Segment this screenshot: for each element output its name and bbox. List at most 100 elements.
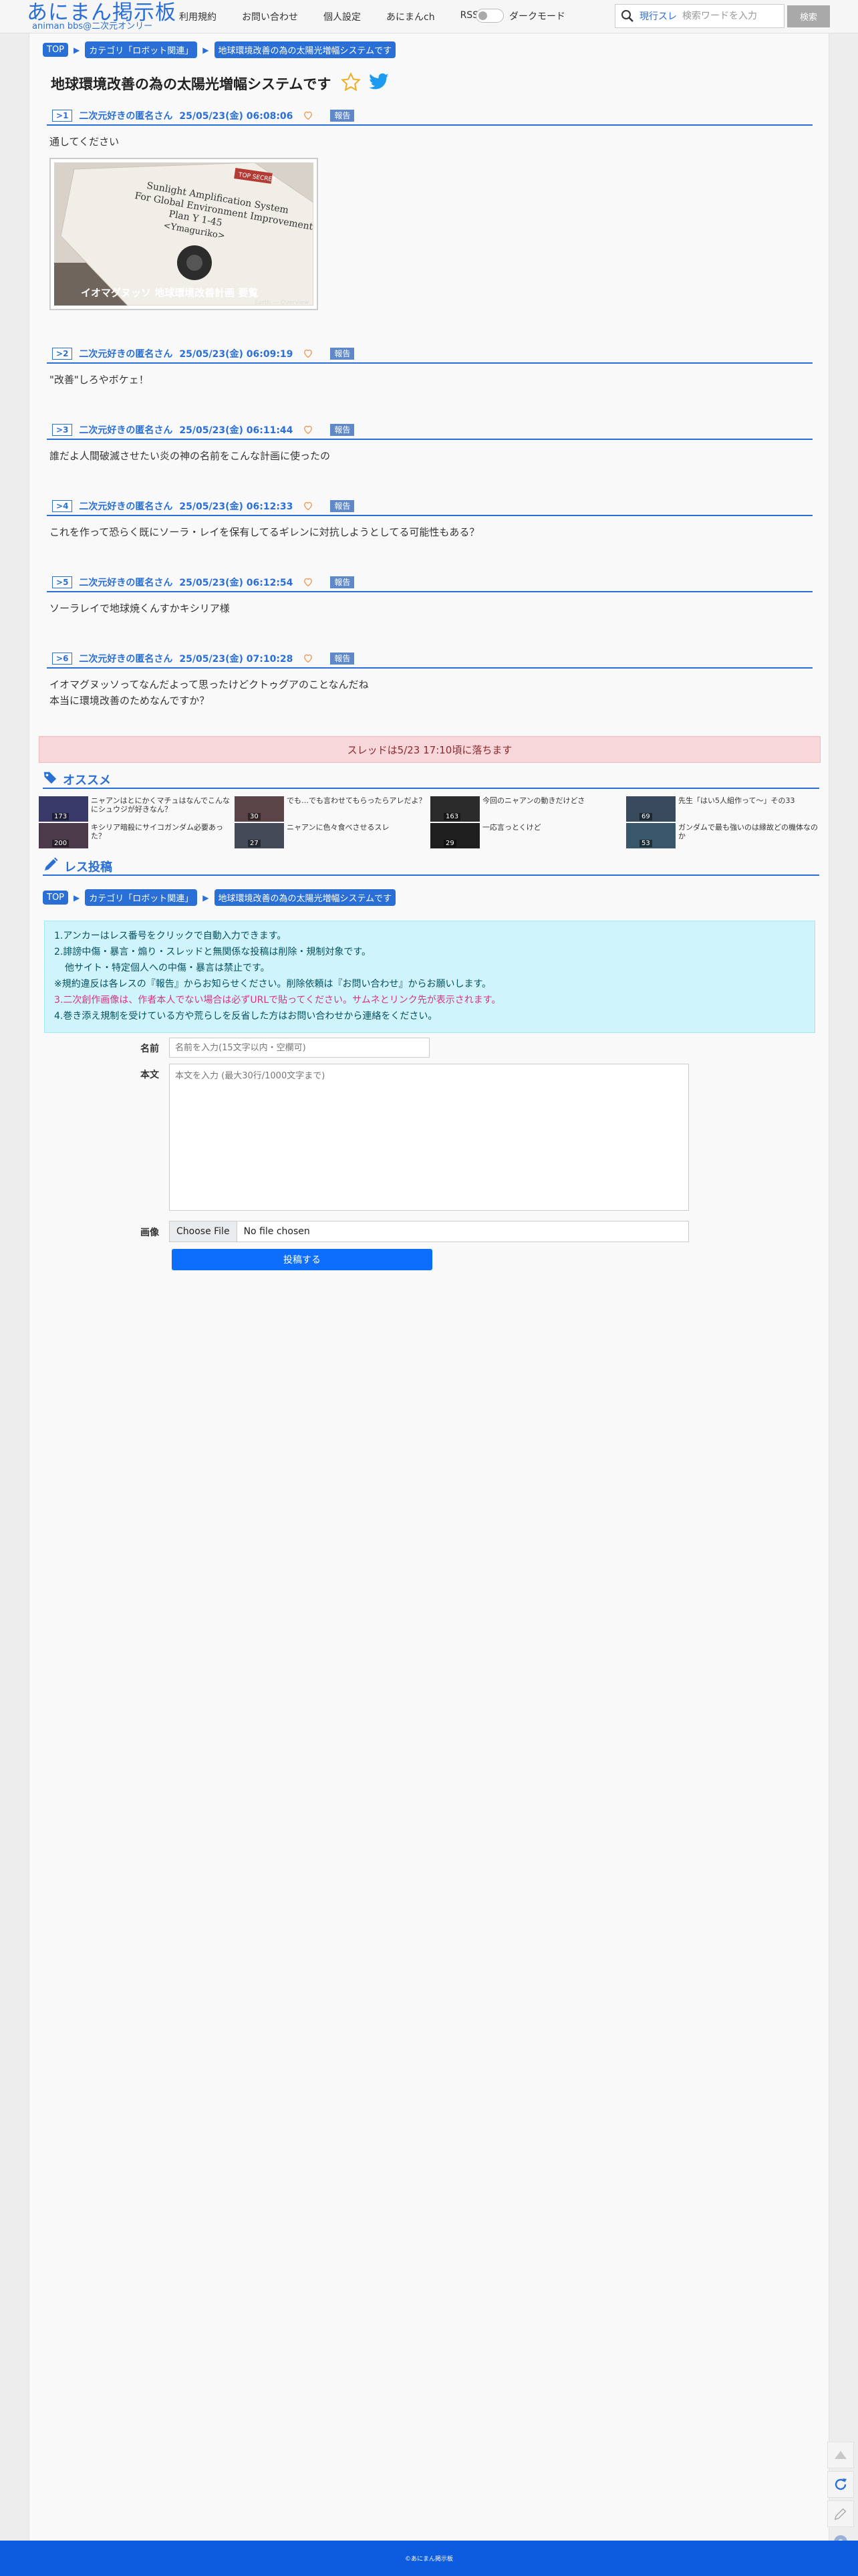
post-author: 二次元好きの匿名さん xyxy=(79,578,173,588)
favorite-star-icon[interactable] xyxy=(340,72,362,96)
twitter-share-icon[interactable] xyxy=(368,73,390,94)
recommend-link[interactable]: ガンダムで最も強いのは縁故どの機体なのか xyxy=(678,823,819,840)
heart-icon[interactable] xyxy=(303,653,313,665)
recommend-title: オススメ xyxy=(63,773,111,788)
recommend-item[interactable]: 30 でも…でも言わせてもらったらアレだよ？ xyxy=(235,796,428,822)
heart-icon[interactable] xyxy=(303,110,313,122)
recommend-link[interactable]: キシリア暗殺にサイコガンダム必要あった？ xyxy=(91,823,231,840)
heart-icon[interactable] xyxy=(303,576,313,589)
recommend-item[interactable]: 69 先生「はい5人組作って〜」その33 xyxy=(626,796,820,822)
post-author: 二次元好きの匿名さん xyxy=(79,349,173,360)
nav-settings[interactable]: 個人設定 xyxy=(323,10,361,23)
image-doc-line: Earth — Overview xyxy=(255,300,309,306)
breadcrumb-current[interactable]: 地球環境改善の為の太陽光増幅システムです xyxy=(214,41,396,58)
breadcrumb-top[interactable]: TOP xyxy=(43,43,69,57)
recommend-item[interactable]: 29 一応言っとくけど xyxy=(430,823,624,848)
recommend-thumbnail[interactable]: 163 xyxy=(430,796,480,822)
recommend-link[interactable]: 今回のニャアンの動きだけどさ xyxy=(482,796,623,805)
recommend-thumbnail[interactable]: 53 xyxy=(626,823,676,848)
rule-line: 1.アンカーはレス番号をクリックで自動入力できます。 xyxy=(54,931,287,941)
post-number[interactable]: >5 xyxy=(52,576,73,588)
search-input[interactable] xyxy=(682,11,782,21)
rule-line: 3.二次創作画像は、作者本人でない場合は必ずURLで貼ってください。サムネとリン… xyxy=(54,995,501,1006)
body-textarea[interactable] xyxy=(169,1064,689,1211)
heart-icon[interactable] xyxy=(303,424,313,437)
image-caption: イオマグヌッソ 地球環境改善計画 要覧 xyxy=(81,287,258,299)
recommend-thumbnail[interactable]: 30 xyxy=(235,796,284,822)
site-footer: ©あにまん掲示板 xyxy=(0,2541,858,2576)
scroll-top-button[interactable] xyxy=(827,2442,854,2468)
tag-icon xyxy=(43,770,57,788)
search-scope-select[interactable]: 現行スレ xyxy=(639,9,677,23)
nav-contact[interactable]: お問い合わせ xyxy=(242,10,298,23)
nav-animanch[interactable]: あにまんch xyxy=(386,10,435,23)
report-button[interactable]: 報告 xyxy=(330,424,355,436)
image-file-input[interactable]: Choose File No file chosen xyxy=(169,1221,689,1242)
post-header: >3 二次元好きの匿名さん 25/05/23(金) 06:11:44 報告 xyxy=(47,424,813,440)
submit-post-button[interactable]: 投稿する xyxy=(172,1249,432,1270)
heart-icon[interactable] xyxy=(303,348,313,360)
report-button[interactable]: 報告 xyxy=(330,576,355,588)
recommend-link[interactable]: でも…でも言わせてもらったらアレだよ？ xyxy=(287,796,427,805)
post-number[interactable]: >2 xyxy=(52,348,73,360)
recommend-link[interactable]: 先生「はい5人組作って〜」その33 xyxy=(678,796,819,805)
rule-line: 2.誹謗中傷・暴言・煽り・スレッドと無関係な投稿は削除・規制対象です。 xyxy=(54,947,371,957)
breadcrumb-separator-icon: ▶ xyxy=(202,893,209,903)
recommend-thumbnail[interactable]: 29 xyxy=(430,823,480,848)
recommend-link[interactable]: 一応言っとくけど xyxy=(482,823,623,832)
heart-icon[interactable] xyxy=(303,500,313,513)
recommend-item[interactable]: 27 ニャアンに色々食べさせるスレ xyxy=(235,823,428,848)
post-form-heading: レス投稿 xyxy=(43,856,112,876)
recommend-item[interactable]: 173 ニャアンはとにかくマチュはなんでこんなにシュウジが好きなん？ xyxy=(39,796,233,822)
report-button[interactable]: 報告 xyxy=(330,110,355,122)
site-header: あにまん掲示板 animan bbs@二次元オンリー 利用規約 お問い合わせ 個… xyxy=(0,0,858,33)
post-date: 25/05/23(金) 06:11:44 xyxy=(179,425,293,436)
choose-file-button[interactable]: Choose File xyxy=(170,1221,237,1242)
post-date: 25/05/23(金) 07:10:28 xyxy=(179,654,293,665)
post-number[interactable]: >1 xyxy=(52,110,73,122)
post-number[interactable]: >4 xyxy=(52,500,73,512)
dark-mode-toggle[interactable]: ダークモード xyxy=(476,9,565,23)
site-logo[interactable]: あにまん掲示板 animan bbs@二次元オンリー xyxy=(27,1,176,31)
breadcrumb-current[interactable]: 地球環境改善の為の太陽光増幅システムです xyxy=(214,889,396,906)
report-button[interactable]: 報告 xyxy=(330,500,355,512)
recommend-item[interactable]: 163 今回のニャアンの動きだけどさ xyxy=(430,796,624,822)
arrow-up-icon xyxy=(835,2451,847,2459)
post-body: "改善"しろやボケェ！ xyxy=(49,372,813,388)
image-label: 画像 xyxy=(140,1227,159,1238)
reply-count: 173 xyxy=(52,813,69,820)
recommend-link[interactable]: ニャアンに色々食べさせるスレ xyxy=(287,823,427,832)
recommend-item[interactable]: 200 キシリア暗殺にサイコガンダム必要あった？ xyxy=(39,823,233,848)
body-label: 本文 xyxy=(140,1070,159,1080)
breadcrumb-separator-icon: ▶ xyxy=(202,45,209,55)
report-button[interactable]: 報告 xyxy=(330,653,355,665)
name-input[interactable] xyxy=(169,1038,430,1058)
recommend-thumbnail[interactable]: 27 xyxy=(235,823,284,848)
report-button[interactable]: 報告 xyxy=(330,348,355,360)
breadcrumb-separator-icon: ▶ xyxy=(74,893,80,903)
breadcrumb-category[interactable]: カテゴリ「ロボット関連」 xyxy=(85,889,198,906)
post: >1 二次元好きの匿名さん 25/05/23(金) 06:08:06 報告 通し… xyxy=(47,110,813,310)
recommend-thumbnail[interactable]: 200 xyxy=(39,823,88,848)
recommend-item[interactable]: 53 ガンダムで最も強いのは縁故どの機体なのか xyxy=(626,823,820,848)
write-button[interactable] xyxy=(827,2500,854,2527)
recommend-link[interactable]: ニャアンはとにかくマチュはなんでこんなにシュウジが好きなん？ xyxy=(91,796,231,814)
post-number[interactable]: >6 xyxy=(52,653,73,665)
dark-mode-switch[interactable] xyxy=(476,9,504,23)
post: >4 二次元好きの匿名さん 25/05/23(金) 06:12:33 報告 これ… xyxy=(47,500,813,540)
search-button[interactable]: 検索 xyxy=(787,5,830,27)
breadcrumb-top[interactable]: TOP xyxy=(43,891,69,905)
reload-button[interactable] xyxy=(827,2471,854,2498)
post-date: 25/05/23(金) 06:09:19 xyxy=(179,349,293,360)
post-date: 25/05/23(金) 06:12:33 xyxy=(179,501,293,512)
post-image[interactable]: TOP SECRET Sunlight Amplification System… xyxy=(49,158,318,310)
logo-title[interactable]: あにまん掲示板 xyxy=(27,1,176,24)
post-number[interactable]: >3 xyxy=(52,424,73,436)
post-author: 二次元好きの匿名さん xyxy=(79,111,173,122)
reply-count: 30 xyxy=(248,813,261,820)
nav-terms[interactable]: 利用規約 xyxy=(179,10,217,23)
breadcrumb-category[interactable]: カテゴリ「ロボット関連」 xyxy=(85,41,198,58)
recommend-thumbnail[interactable]: 173 xyxy=(39,796,88,822)
recommend-thumbnail[interactable]: 69 xyxy=(626,796,676,822)
post: >6 二次元好きの匿名さん 25/05/23(金) 07:10:28 報告 イオ… xyxy=(47,653,813,709)
